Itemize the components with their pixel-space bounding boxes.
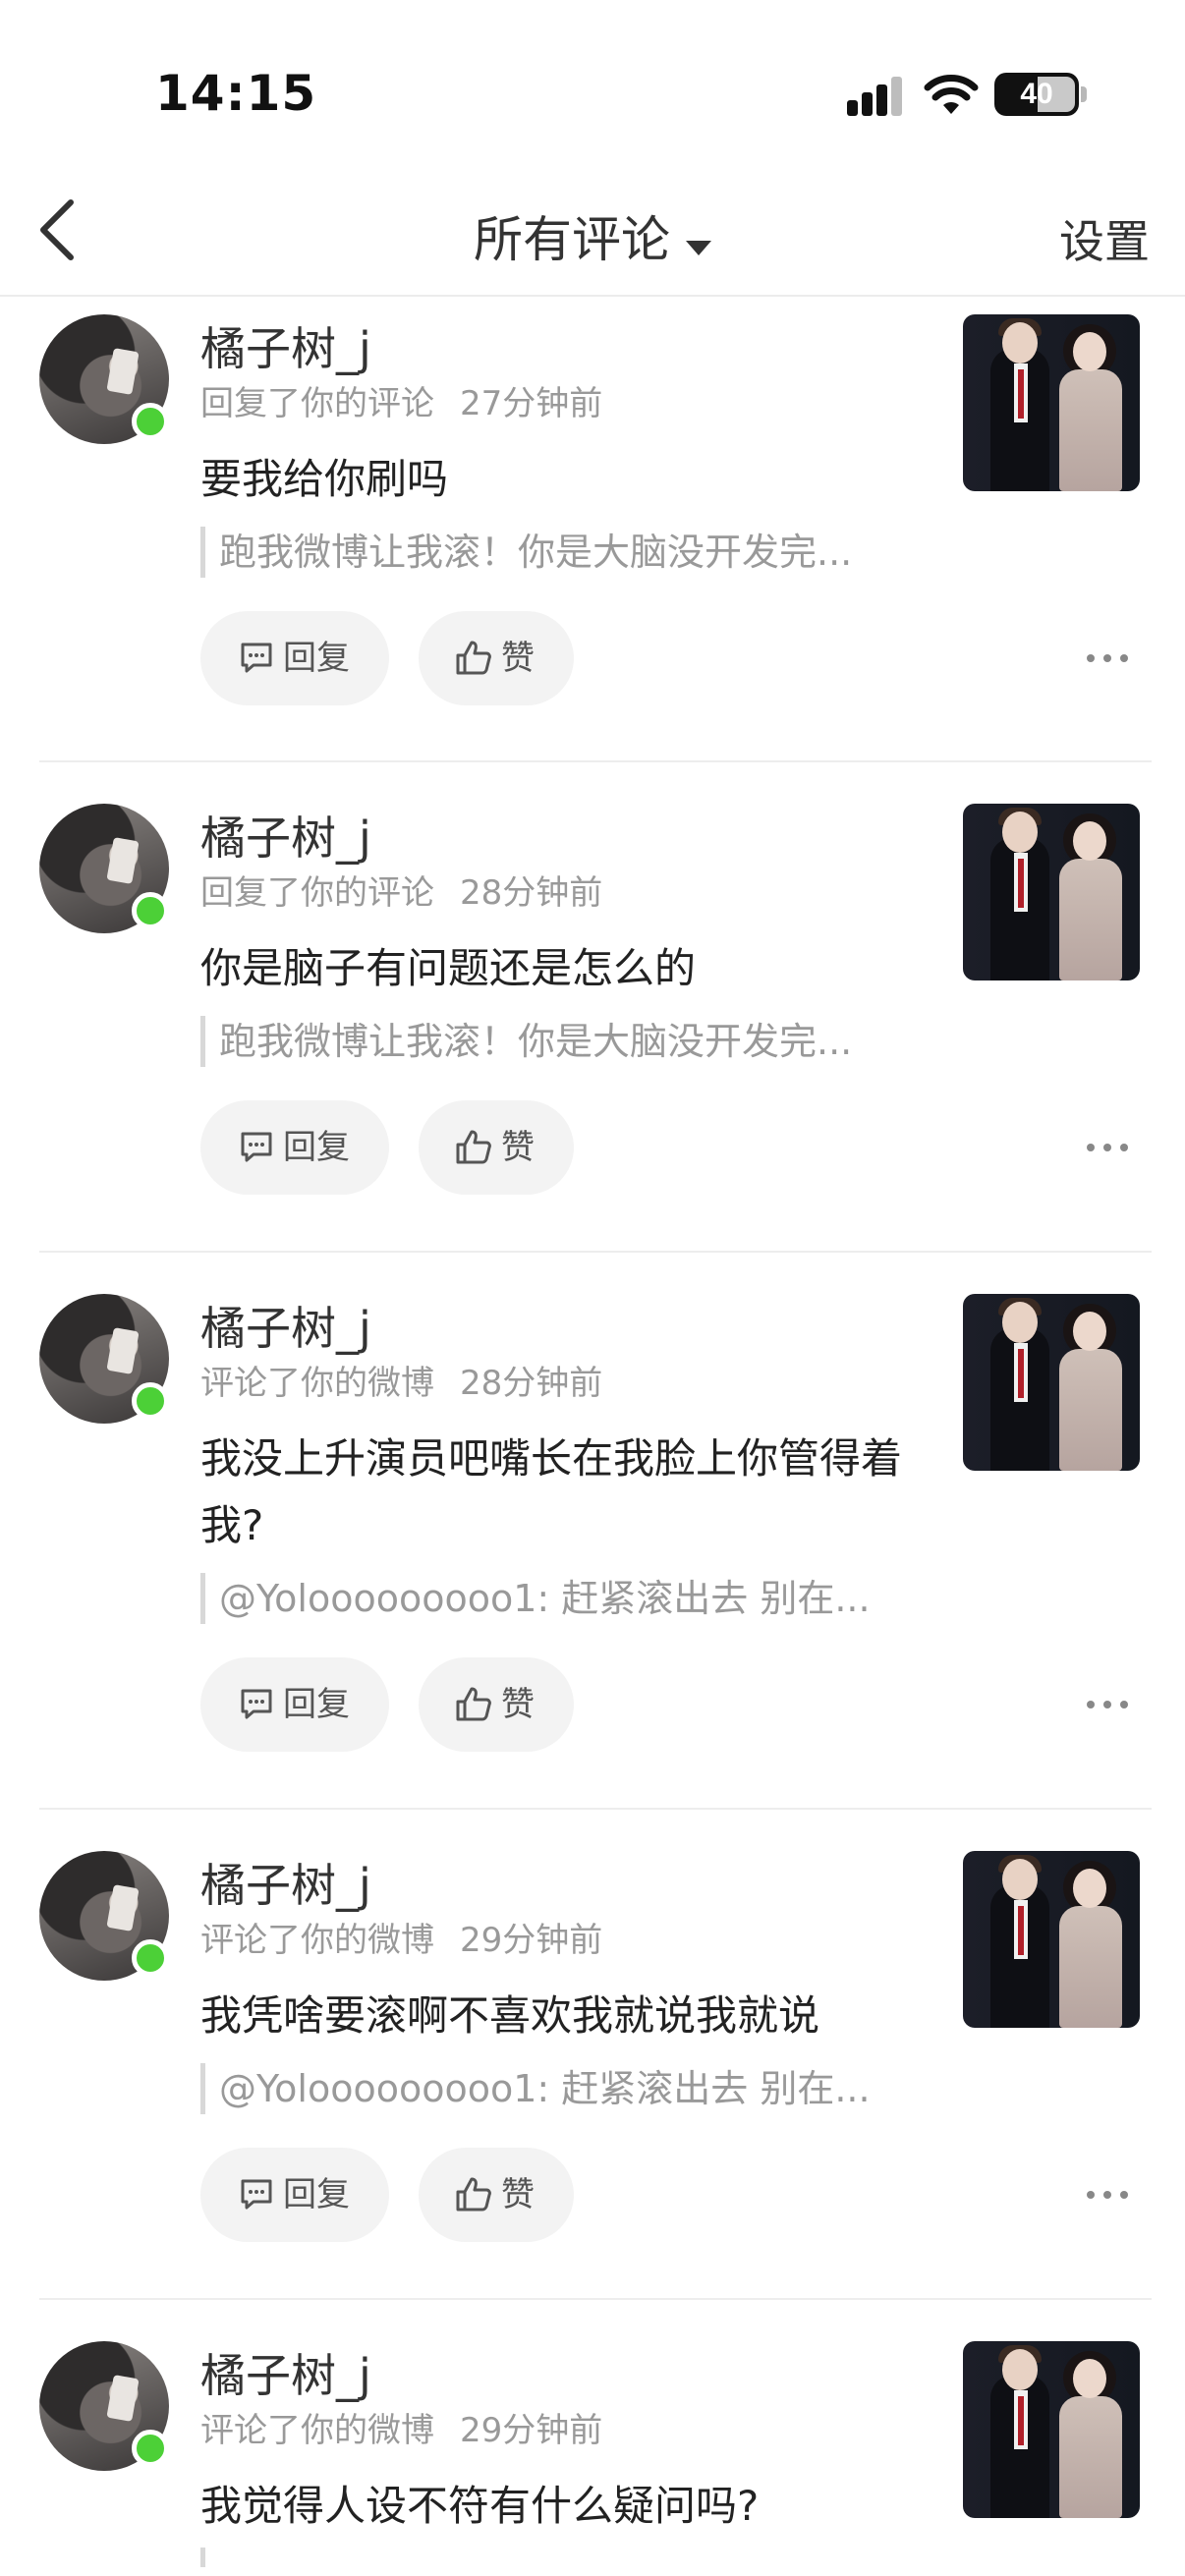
more-icon[interactable]: [1087, 1683, 1136, 1722]
like-button[interactable]: 赞: [419, 611, 574, 705]
weibo-thumbnail[interactable]: [963, 804, 1140, 980]
like-button[interactable]: 赞: [419, 1657, 574, 1752]
thumbs-up-icon: [456, 2177, 491, 2212]
comment-text: 我没上升演员吧嘴长在我脸上你管得着我?: [200, 1434, 903, 1549]
online-status-dot: [132, 403, 169, 440]
comment-item[interactable]: 橘子树_j 评论了你的微博 28分钟前 我没上升演员吧嘴长在我脸上你管得着我? @…: [39, 1253, 1152, 1810]
like-label: 赞: [501, 1685, 535, 1724]
reply-label: 回复: [283, 639, 350, 678]
time-ago: 29分钟前: [460, 2411, 603, 2450]
reply-button[interactable]: 回复: [200, 2148, 389, 2242]
meta-line: 回复了你的评论 28分钟前: [200, 868, 959, 918]
battery-tip: [1081, 86, 1087, 102]
username[interactable]: 橘子树_j: [200, 1298, 959, 1359]
nav-bar: 所有评论 设置: [0, 167, 1185, 297]
action-row: 回复 赞: [200, 2148, 1128, 2242]
username[interactable]: 橘子树_j: [200, 1855, 959, 1916]
caret-down-icon: [686, 241, 711, 255]
cellular-signal-icon: [847, 77, 904, 116]
online-status-dot: [132, 1382, 169, 1420]
thumbs-up-icon: [456, 1130, 491, 1164]
reply-label: 回复: [283, 1128, 350, 1167]
comment-icon: [241, 1689, 272, 1719]
weibo-thumbnail[interactable]: [963, 2341, 1140, 2518]
username[interactable]: 橘子树_j: [200, 318, 959, 379]
time-ago: 29分钟前: [460, 1921, 603, 1960]
battery-icon: 40: [994, 73, 1079, 116]
meta-line: 回复了你的评论 27分钟前: [200, 379, 959, 428]
quoted-text[interactable]: [200, 2548, 959, 2567]
comment-icon: [241, 2179, 272, 2210]
comment-text: 你是脑子有问题还是怎么的: [200, 944, 697, 992]
quoted-text[interactable]: 跑我微博让我滚！你是大脑没开发完...: [200, 1016, 959, 1067]
more-icon[interactable]: [1087, 2173, 1136, 2212]
reply-button[interactable]: 回复: [200, 1100, 389, 1195]
reply-button[interactable]: 回复: [200, 1657, 389, 1752]
page-title: 所有评论: [474, 211, 670, 268]
comment-text: 要我给你刷吗: [200, 455, 449, 503]
battery-level: 40: [1020, 78, 1053, 110]
quoted-text[interactable]: @Yolooooooooo1: 赶紧滚出去 别在...: [200, 2063, 959, 2114]
comment-text: 我凭啥要滚啊不喜欢我就说我就说: [200, 1991, 820, 2040]
like-label: 赞: [501, 639, 535, 678]
status-bar: 14:15 40: [0, 0, 1185, 167]
status-time: 14:15: [155, 65, 317, 122]
quoted-text[interactable]: 跑我微博让我滚！你是大脑没开发完...: [200, 527, 959, 578]
comment-item[interactable]: 橘子树_j 回复了你的评论 28分钟前 你是脑子有问题还是怎么的 跑我微博让我滚！…: [39, 762, 1152, 1253]
comment-item[interactable]: 橘子树_j 评论了你的微博 29分钟前 我凭啥要滚啊不喜欢我就说我就说 @Yolo…: [39, 1810, 1152, 2300]
reply-label: 回复: [283, 2175, 350, 2214]
action-text: 评论了你的微博: [200, 1364, 434, 1403]
username[interactable]: 橘子树_j: [200, 808, 959, 868]
time-ago: 28分钟前: [460, 1364, 603, 1403]
title-dropdown[interactable]: 所有评论: [0, 200, 1185, 271]
comment-icon: [241, 643, 272, 673]
action-text: 评论了你的微博: [200, 2411, 434, 2450]
action-row: 回复 赞: [200, 1657, 1128, 1752]
weibo-thumbnail[interactable]: [963, 1294, 1140, 1471]
online-status-dot: [132, 1939, 169, 1977]
thumbs-up-icon: [456, 641, 491, 675]
online-status-dot: [132, 2430, 169, 2467]
action-text: 回复了你的评论: [200, 384, 434, 423]
comment-item[interactable]: 橘子树_j 回复了你的评论 27分钟前 要我给你刷吗 跑我微博让我滚！你是大脑没开…: [39, 297, 1152, 762]
reply-button[interactable]: 回复: [200, 611, 389, 705]
time-ago: 28分钟前: [460, 873, 603, 913]
time-ago: 27分钟前: [460, 384, 603, 423]
comment-icon: [241, 1132, 272, 1162]
like-button[interactable]: 赞: [419, 2148, 574, 2242]
comment-text: 我觉得人设不符有什么疑问吗?: [200, 2482, 760, 2530]
meta-line: 评论了你的微博 29分钟前: [200, 1916, 959, 1965]
comment-feed: 橘子树_j 回复了你的评论 27分钟前 要我给你刷吗 跑我微博让我滚！你是大脑没开…: [0, 297, 1185, 2576]
settings-button[interactable]: 设置: [1059, 206, 1150, 271]
action-text: 回复了你的评论: [200, 873, 434, 913]
online-status-dot: [132, 892, 169, 929]
like-button[interactable]: 赞: [419, 1100, 574, 1195]
action-text: 评论了你的微博: [200, 1921, 434, 1960]
meta-line: 评论了你的微博 29分钟前: [200, 2406, 959, 2455]
weibo-thumbnail[interactable]: [963, 1851, 1140, 2028]
action-row: 回复 赞: [200, 1100, 1128, 1195]
wifi-icon: [924, 75, 979, 114]
weibo-thumbnail[interactable]: [963, 314, 1140, 491]
more-icon[interactable]: [1087, 637, 1136, 676]
thumbs-up-icon: [456, 1687, 491, 1721]
reply-label: 回复: [283, 1685, 350, 1724]
action-row: 回复 赞: [200, 611, 1128, 705]
like-label: 赞: [501, 2175, 535, 2214]
comment-item[interactable]: 橘子树_j 评论了你的微博 29分钟前 我觉得人设不符有什么疑问吗?: [39, 2300, 1152, 2576]
like-label: 赞: [501, 1128, 535, 1167]
quoted-text[interactable]: @Yolooooooooo1: 赶紧滚出去 别在...: [200, 1573, 959, 1624]
more-icon[interactable]: [1087, 1126, 1136, 1165]
username[interactable]: 橘子树_j: [200, 2345, 959, 2406]
meta-line: 评论了你的微博 28分钟前: [200, 1359, 959, 1408]
